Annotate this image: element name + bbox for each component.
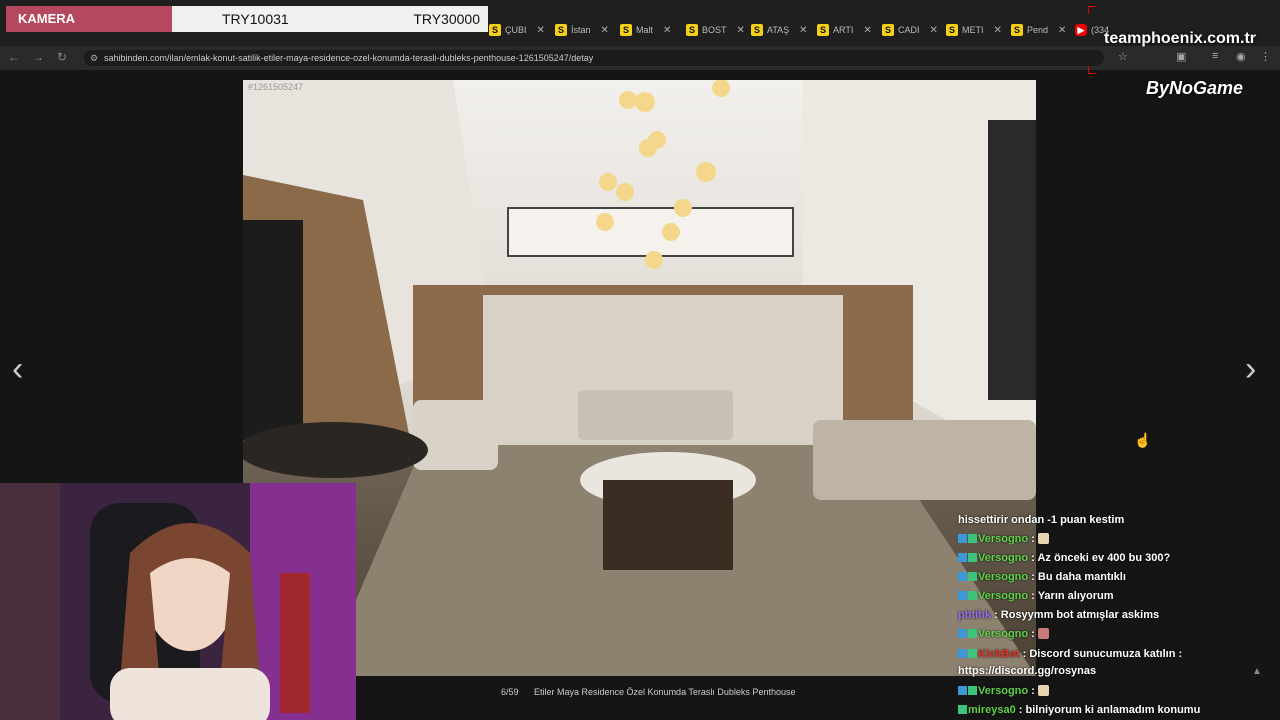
chat-message: Versogno : Az önceki ev 400 bu 300? xyxy=(958,550,1258,566)
sahibinden-favicon-icon: S xyxy=(751,24,763,36)
sponsor-logo: ByNoGame xyxy=(1146,78,1244,98)
badge-icon xyxy=(958,572,967,581)
badge-icon xyxy=(968,629,977,638)
sahibinden-favicon-icon: S xyxy=(620,24,632,36)
site-info-icon[interactable]: ⚙ xyxy=(90,50,98,66)
tab-label: Pend xyxy=(1027,25,1049,35)
stream-chat: hissettirir ondan -1 puan kestim Versogn… xyxy=(958,512,1280,720)
profile-icon[interactable]: ◉ xyxy=(1236,50,1246,63)
listing-title: Etiler Maya Residence Özel Konumda Teras… xyxy=(534,687,796,697)
sahibinden-favicon-icon: S xyxy=(817,24,829,36)
ad-id: #1261505247 xyxy=(248,82,304,92)
badge-icon xyxy=(968,534,977,543)
youtube-favicon-icon: ▶ xyxy=(1075,24,1087,36)
chat-message: Versogno : Bu daha mantıklı xyxy=(958,569,1258,585)
living-room-photo xyxy=(243,80,1036,676)
reload-icon[interactable]: ↻ xyxy=(54,50,70,64)
chat-message: mireysa0 : bilniyorum ki anlamadım konum… xyxy=(958,702,1258,718)
chat-message: pbtihk : Rosyymm bot atmışlar askims xyxy=(958,609,1160,621)
tab-label: ARTI xyxy=(833,25,854,35)
sponsor-url: teamphoenix.com.tr xyxy=(1104,30,1257,47)
chat-message: hissettirir ondan -1 puan kestim xyxy=(958,514,1125,526)
emote-icon xyxy=(1037,628,1049,639)
badge-icon xyxy=(968,649,977,658)
tab-9[interactable]: S Pend ✕ xyxy=(1011,20,1066,40)
tab-label: Malt xyxy=(636,25,654,35)
close-icon[interactable]: ✕ xyxy=(799,25,807,36)
badge-icon xyxy=(958,629,967,638)
badge-icon xyxy=(958,591,967,600)
sahibinden-favicon-icon: S xyxy=(555,24,567,36)
listing-photo[interactable] xyxy=(243,80,1036,676)
streamer-webcam-image xyxy=(0,483,356,720)
tab-6[interactable]: S ARTI ✕ xyxy=(817,20,872,40)
url-field[interactable]: ⚙ sahibinden.com/ilan/emlak-konut-satili… xyxy=(84,50,1104,66)
chat-message: Versogno : xyxy=(958,683,1258,699)
emote-icon xyxy=(1037,685,1049,696)
tab-label: METI xyxy=(962,25,984,35)
tab-3[interactable]: S Malt ✕ xyxy=(620,20,671,40)
chat-message: https://discord.gg/rosynas xyxy=(958,665,1097,677)
close-icon[interactable]: ✕ xyxy=(737,25,745,36)
photo-counter: 6/59 xyxy=(501,687,519,697)
badge-icon xyxy=(958,686,967,695)
donation-goal-box: TRY10031 TRY30000 xyxy=(172,6,488,32)
close-icon[interactable]: ✕ xyxy=(994,25,1002,36)
badge-icon xyxy=(958,553,967,562)
donation-target: TRY30000 xyxy=(413,11,480,27)
badge-icon xyxy=(958,534,967,543)
media-icon[interactable]: ≡ xyxy=(1212,50,1218,62)
chat-message: Versogno : xyxy=(958,531,1258,547)
badge-icon xyxy=(958,649,967,658)
frame-corner xyxy=(1088,6,1096,14)
kamera-label: KAMERA xyxy=(6,6,172,32)
tab-label: CADI xyxy=(898,25,920,35)
webcam-feed xyxy=(0,483,356,720)
badge-icon xyxy=(958,705,967,714)
menu-icon[interactable]: ⋮ xyxy=(1260,50,1271,63)
tab-4[interactable]: S BOST ✕ xyxy=(686,20,745,40)
tab-1[interactable]: S ÇUBI ✕ xyxy=(489,20,545,40)
chat-message: Versogno : Yarın alıyorum xyxy=(958,588,1258,604)
scroll-up-icon[interactable]: ▲ xyxy=(1252,666,1262,677)
badge-icon xyxy=(968,591,977,600)
badge-icon xyxy=(968,572,977,581)
chat-message: KickBot : Discord sunucumuza katılın : xyxy=(958,646,1258,662)
tab-2[interactable]: S İstan ✕ xyxy=(555,20,609,40)
sahibinden-favicon-icon: S xyxy=(489,24,501,36)
prev-photo-arrow-icon[interactable]: ‹ xyxy=(12,350,23,389)
url-text: sahibinden.com/ilan/emlak-konut-satilik-… xyxy=(104,53,594,63)
close-icon[interactable]: ✕ xyxy=(863,25,871,36)
bookmark-star-icon[interactable]: ☆ xyxy=(1118,50,1128,63)
close-icon[interactable]: ✕ xyxy=(930,25,938,36)
sahibinden-favicon-icon: S xyxy=(686,24,698,36)
tab-label: İstan xyxy=(571,25,591,35)
sahibinden-favicon-icon: S xyxy=(946,24,958,36)
emote-icon xyxy=(1037,533,1049,544)
chat-message: Versogno : xyxy=(958,626,1258,642)
tab-8[interactable]: S METI ✕ xyxy=(946,20,1002,40)
close-icon[interactable]: ✕ xyxy=(1058,25,1066,36)
back-icon[interactable]: ← xyxy=(6,50,22,64)
badge-icon xyxy=(968,553,977,562)
badge-icon xyxy=(968,686,977,695)
next-photo-arrow-icon[interactable]: › xyxy=(1245,350,1256,389)
extensions-icon[interactable]: ▣ xyxy=(1176,50,1186,63)
close-icon[interactable]: ✕ xyxy=(601,25,609,36)
close-icon[interactable]: ✕ xyxy=(537,25,545,36)
tab-label: BOST xyxy=(702,25,727,35)
forward-icon[interactable]: → xyxy=(30,50,46,64)
tab-label: ATAŞ xyxy=(767,25,790,35)
sahibinden-favicon-icon: S xyxy=(1011,24,1023,36)
tab-label: ÇUBI xyxy=(505,25,527,35)
frame-corner xyxy=(1088,66,1096,74)
photo-caption-bar: 6/59 Etiler Maya Residence Özel Konumda … xyxy=(243,680,1036,704)
tab-7[interactable]: S CADI ✕ xyxy=(882,20,938,40)
close-icon[interactable]: ✕ xyxy=(663,25,671,36)
tab-5[interactable]: S ATAŞ ✕ xyxy=(751,20,808,40)
hand-cursor-icon: ☝ xyxy=(1134,432,1152,448)
sahibinden-favicon-icon: S xyxy=(882,24,894,36)
donation-current: TRY10031 xyxy=(222,11,289,27)
